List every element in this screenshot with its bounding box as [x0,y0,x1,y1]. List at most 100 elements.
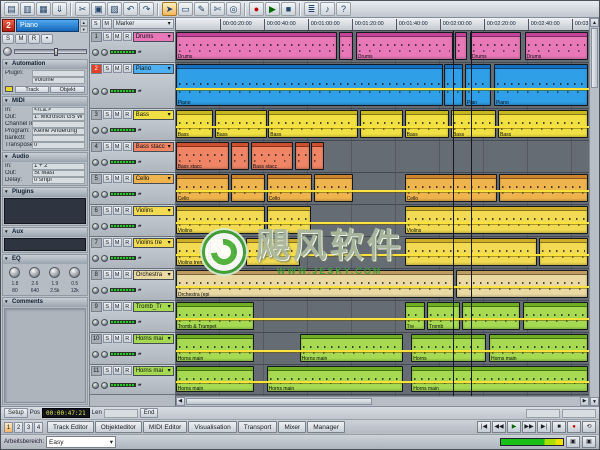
midi-clip[interactable]: Piano [176,64,443,106]
midi-clip[interactable]: Horns main [300,334,403,362]
track-m-button[interactable]: M [113,206,122,215]
play-button[interactable]: ▶ [507,421,521,433]
track-lane[interactable]: CelloCelloCello [176,173,589,205]
midi-clip[interactable]: Cello [176,174,230,202]
midi-clip[interactable] [311,142,323,170]
eq-knob[interactable] [29,267,40,278]
section-plugins-header[interactable]: Plugins [3,188,87,197]
track-r-button[interactable]: R [123,142,132,151]
track-lane[interactable]: Violins trem [176,237,589,269]
horizontal-scrollbar[interactable]: ◀ ▶ [176,396,589,406]
track-name-chip[interactable]: Horns mai▾ [133,366,174,376]
fast-forward-button[interactable]: ▶▶ [522,421,536,433]
track-header[interactable]: 7SMRViolins tre▾▰ [90,237,175,269]
midi-clip[interactable] [314,174,354,202]
track-r-button[interactable]: R [123,238,132,247]
track-s-button[interactable]: S [103,142,112,151]
grid-field[interactable] [526,409,560,418]
midi-clip[interactable]: Horns main [489,334,588,362]
track-r-button[interactable]: R [123,302,132,311]
fader-handle[interactable] [54,48,58,56]
track-lane[interactable]: BassBassBassBassBassBass [176,109,589,141]
midi-clip[interactable]: Orchestra (epi [176,270,455,298]
midi-clip[interactable]: Bass stacc [251,142,293,170]
record-icon[interactable]: ● [249,2,264,16]
goto-start-button[interactable]: |◀ [477,421,491,433]
track-s-button[interactable]: S [103,334,112,343]
automation-mode-button[interactable]: Track [15,86,49,93]
inspector-track-name[interactable]: Piano [16,19,79,32]
midi-clip[interactable] [456,270,588,298]
solo-all-button[interactable]: S [91,19,101,29]
track-m-button[interactable]: M [113,142,122,151]
track-s-button[interactable]: S [103,238,112,247]
track-name-chip[interactable]: Piano▾ [133,64,174,74]
volume-knob[interactable] [101,255,108,262]
track-header[interactable]: 4SMRBass stacc▾▰ [90,141,175,173]
volume-knob[interactable] [101,382,108,389]
eq-knob[interactable] [49,267,60,278]
midi-clip[interactable]: Horns main [411,366,588,392]
field-value[interactable]: 0 [32,142,85,149]
track-s-button[interactable]: S [103,174,112,183]
midi-clip[interactable] [246,238,300,266]
pan-knob[interactable] [92,382,99,389]
pan-knob[interactable] [92,255,99,262]
goto-end-button[interactable]: ▶| [537,421,551,433]
track-lane[interactable]: Bass staccBass stacc [176,141,589,173]
track-m-button[interactable]: M [113,32,122,41]
track-r-button[interactable]: R [123,110,132,119]
track-header[interactable]: 2SMRPiano▾▰ [90,63,175,109]
pan-knob[interactable] [92,351,99,358]
midi-clip[interactable] [360,110,403,138]
section-aux-header[interactable]: Aux [3,228,87,237]
pan-knob[interactable] [92,159,99,166]
track-name-chip[interactable]: Orchestra▾ [133,270,174,280]
mute-all-button[interactable]: M [102,19,112,29]
loop-button[interactable]: ⟲ [582,421,596,433]
import-audio-icon[interactable]: ⇓ [52,2,67,16]
track-m-button[interactable]: M [113,302,122,311]
field-value[interactable]: 1 + 2 [32,163,85,170]
page-tab[interactable]: 3 [24,422,33,433]
midi-clip[interactable]: Horns main [267,366,403,392]
track-s-button[interactable]: S [103,64,112,73]
field-value[interactable] [32,135,85,142]
midi-clip[interactable] [295,142,310,170]
inspector-s-button[interactable]: S [2,34,14,44]
track-lane[interactable]: Tromb & Trumpet TreTromb [176,301,589,333]
midi-clip[interactable]: Bass [215,110,267,138]
magnifier-icon[interactable]: ◎ [226,2,241,16]
midi-clip[interactable]: Tromb [427,302,460,330]
track-m-button[interactable]: M [113,270,122,279]
pan-knob[interactable] [92,287,99,294]
record-button[interactable]: ● [567,421,581,433]
track-m-button[interactable]: M [113,64,122,73]
track-header[interactable]: 5SMRCello▾▰ [90,173,175,205]
lock-icon[interactable]: • [41,34,53,44]
length-field[interactable] [104,409,138,418]
volume-knob[interactable] [101,159,108,166]
section-automation-header[interactable]: Automation [3,60,87,69]
vscroll-thumb[interactable] [591,28,598,88]
pan-knob[interactable] [92,49,99,56]
midi-clip[interactable]: Bass [451,110,496,138]
track-header[interactable]: 6SMRViolins▾▰ [90,205,175,237]
track-lane[interactable]: DrumsDrumsDrumsDrums [176,31,589,63]
volume-knob[interactable] [101,351,108,358]
eq-knob[interactable] [69,267,80,278]
volume-knob[interactable] [101,319,108,326]
copy-icon[interactable]: ▣ [91,2,106,16]
track-s-button[interactable]: S [103,302,112,311]
midi-clip[interactable]: Cello [405,174,498,202]
track-name-chip[interactable]: Horns mai▾ [133,334,174,344]
track-r-button[interactable]: R [123,174,132,183]
track-m-button[interactable]: M [113,174,122,183]
track-name-chip[interactable]: Bass stacc▾ [133,142,174,152]
scissors-icon[interactable]: ✄ [210,2,225,16]
midi-clip[interactable]: Tromb & Trumpet [176,302,255,330]
editor-button[interactable]: Transport [238,421,278,433]
pencil-icon[interactable]: ✎ [194,2,209,16]
midi-clip[interactable]: Tre [405,302,426,330]
track-m-button[interactable]: M [113,334,122,343]
